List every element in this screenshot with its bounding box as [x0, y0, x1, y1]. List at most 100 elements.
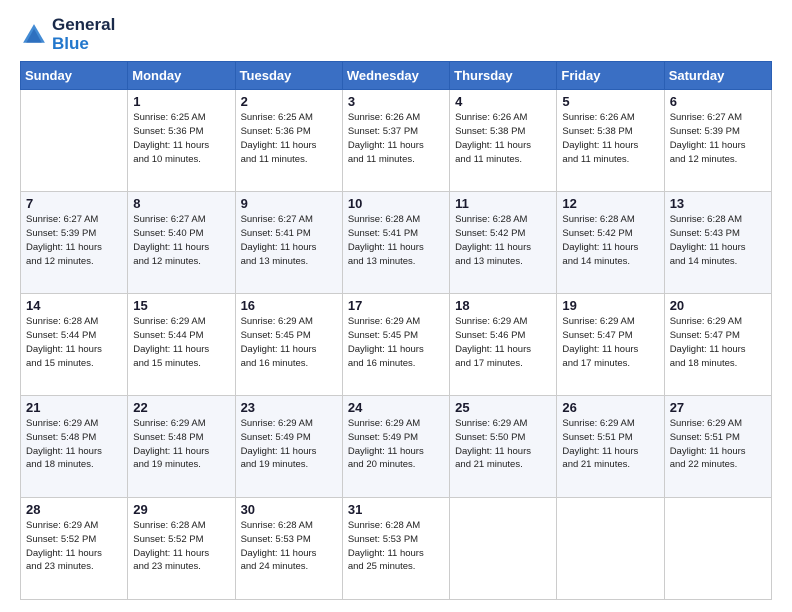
day-of-week-header: Friday [557, 62, 664, 90]
calendar-day-cell: 6 Sunrise: 6:27 AM Sunset: 5:39 PM Daylig… [664, 90, 771, 192]
calendar-day-cell: 15 Sunrise: 6:29 AM Sunset: 5:44 PM Dayli… [128, 294, 235, 396]
day-number: 12 [562, 196, 658, 211]
day-info: Sunrise: 6:27 AM Sunset: 5:39 PM Dayligh… [670, 111, 766, 166]
calendar-day-cell: 25 Sunrise: 6:29 AM Sunset: 5:50 PM Dayli… [450, 396, 557, 498]
day-info: Sunrise: 6:29 AM Sunset: 5:47 PM Dayligh… [562, 315, 658, 370]
day-info: Sunrise: 6:28 AM Sunset: 5:42 PM Dayligh… [562, 213, 658, 268]
calendar-day-cell: 14Sunrise: 6:28 AM Sunset: 5:44 PM Dayli… [21, 294, 128, 396]
day-number: 6 [670, 94, 766, 109]
day-number: 31 [348, 502, 444, 517]
logo: General Blue [20, 16, 115, 53]
day-number: 30 [241, 502, 337, 517]
day-info: Sunrise: 6:29 AM Sunset: 5:45 PM Dayligh… [241, 315, 337, 370]
day-of-week-header: Saturday [664, 62, 771, 90]
day-info: Sunrise: 6:29 AM Sunset: 5:48 PM Dayligh… [133, 417, 229, 472]
day-number: 18 [455, 298, 551, 313]
calendar-day-cell: 10Sunrise: 6:28 AM Sunset: 5:41 PM Dayli… [342, 192, 449, 294]
day-info: Sunrise: 6:29 AM Sunset: 5:52 PM Dayligh… [26, 519, 122, 574]
day-of-week-header: Wednesday [342, 62, 449, 90]
day-number: 27 [670, 400, 766, 415]
calendar-day-cell: 2Sunrise: 6:25 AM Sunset: 5:36 PM Daylig… [235, 90, 342, 192]
day-info: Sunrise: 6:29 AM Sunset: 5:45 PM Dayligh… [348, 315, 444, 370]
day-number: 13 [670, 196, 766, 211]
logo-text: General Blue [52, 16, 115, 53]
day-number: 7 [26, 196, 122, 211]
day-info: Sunrise: 6:28 AM Sunset: 5:44 PM Dayligh… [26, 315, 122, 370]
calendar-day-cell: 20 Sunrise: 6:29 AM Sunset: 5:47 PM Dayli… [664, 294, 771, 396]
day-number: 20 [670, 298, 766, 313]
day-number: 21 [26, 400, 122, 415]
calendar-day-cell: 17 Sunrise: 6:29 AM Sunset: 5:45 PM Dayli… [342, 294, 449, 396]
day-number: 26 [562, 400, 658, 415]
day-number: 9 [241, 196, 337, 211]
calendar-day-cell: 31 Sunrise: 6:28 AM Sunset: 5:53 PM Dayli… [342, 498, 449, 600]
day-info: Sunrise: 6:25 AM Sunset: 5:36 PM Dayligh… [133, 111, 229, 166]
calendar-day-cell: 13 Sunrise: 6:28 AM Sunset: 5:43 PM Dayli… [664, 192, 771, 294]
calendar-day-cell: 29 Sunrise: 6:28 AM Sunset: 5:52 PM Dayli… [128, 498, 235, 600]
calendar-day-cell: 11 Sunrise: 6:28 AM Sunset: 5:42 PM Dayli… [450, 192, 557, 294]
day-info: Sunrise: 6:28 AM Sunset: 5:53 PM Dayligh… [241, 519, 337, 574]
day-info: Sunrise: 6:28 AM Sunset: 5:52 PM Dayligh… [133, 519, 229, 574]
day-info: Sunrise: 6:28 AM Sunset: 5:42 PM Dayligh… [455, 213, 551, 268]
day-number: 16 [241, 298, 337, 313]
day-info: Sunrise: 6:29 AM Sunset: 5:51 PM Dayligh… [562, 417, 658, 472]
day-info: Sunrise: 6:28 AM Sunset: 5:43 PM Dayligh… [670, 213, 766, 268]
day-of-week-header: Sunday [21, 62, 128, 90]
day-info: Sunrise: 6:26 AM Sunset: 5:38 PM Dayligh… [455, 111, 551, 166]
calendar-day-cell: 8 Sunrise: 6:27 AM Sunset: 5:40 PM Daylig… [128, 192, 235, 294]
calendar-day-cell [21, 90, 128, 192]
day-of-week-header: Tuesday [235, 62, 342, 90]
day-info: Sunrise: 6:29 AM Sunset: 5:49 PM Dayligh… [241, 417, 337, 472]
day-info: Sunrise: 6:29 AM Sunset: 5:48 PM Dayligh… [26, 417, 122, 472]
day-number: 28 [26, 502, 122, 517]
day-number: 17 [348, 298, 444, 313]
day-info: Sunrise: 6:29 AM Sunset: 5:47 PM Dayligh… [670, 315, 766, 370]
calendar-table: SundayMondayTuesdayWednesdayThursdayFrid… [20, 61, 772, 600]
day-info: Sunrise: 6:29 AM Sunset: 5:50 PM Dayligh… [455, 417, 551, 472]
day-info: Sunrise: 6:29 AM Sunset: 5:44 PM Dayligh… [133, 315, 229, 370]
calendar-day-cell: 7 Sunrise: 6:27 AM Sunset: 5:39 PM Daylig… [21, 192, 128, 294]
day-number: 15 [133, 298, 229, 313]
calendar-day-cell: 12 Sunrise: 6:28 AM Sunset: 5:42 PM Dayli… [557, 192, 664, 294]
calendar-week-row: 14Sunrise: 6:28 AM Sunset: 5:44 PM Dayli… [21, 294, 772, 396]
day-number: 8 [133, 196, 229, 211]
calendar-day-cell: 4 Sunrise: 6:26 AM Sunset: 5:38 PM Daylig… [450, 90, 557, 192]
calendar-day-cell: 3Sunrise: 6:26 AM Sunset: 5:37 PM Daylig… [342, 90, 449, 192]
calendar-day-cell: 16 Sunrise: 6:29 AM Sunset: 5:45 PM Dayli… [235, 294, 342, 396]
calendar-week-row: 1 Sunrise: 6:25 AM Sunset: 5:36 PM Daylig… [21, 90, 772, 192]
calendar-header-row: SundayMondayTuesdayWednesdayThursdayFrid… [21, 62, 772, 90]
calendar-week-row: 28 Sunrise: 6:29 AM Sunset: 5:52 PM Dayli… [21, 498, 772, 600]
day-info: Sunrise: 6:29 AM Sunset: 5:49 PM Dayligh… [348, 417, 444, 472]
day-info: Sunrise: 6:28 AM Sunset: 5:41 PM Dayligh… [348, 213, 444, 268]
calendar-day-cell: 24 Sunrise: 6:29 AM Sunset: 5:49 PM Dayli… [342, 396, 449, 498]
day-number: 3 [348, 94, 444, 109]
calendar-week-row: 21 Sunrise: 6:29 AM Sunset: 5:48 PM Dayli… [21, 396, 772, 498]
calendar-day-cell: 5Sunrise: 6:26 AM Sunset: 5:38 PM Daylig… [557, 90, 664, 192]
page: General Blue SundayMondayTuesdayWednesda… [0, 0, 792, 612]
calendar-day-cell [450, 498, 557, 600]
calendar-day-cell [664, 498, 771, 600]
calendar-day-cell: 28 Sunrise: 6:29 AM Sunset: 5:52 PM Dayli… [21, 498, 128, 600]
day-number: 24 [348, 400, 444, 415]
day-number: 4 [455, 94, 551, 109]
day-number: 1 [133, 94, 229, 109]
day-number: 11 [455, 196, 551, 211]
calendar-day-cell: 19Sunrise: 6:29 AM Sunset: 5:47 PM Dayli… [557, 294, 664, 396]
calendar-week-row: 7 Sunrise: 6:27 AM Sunset: 5:39 PM Daylig… [21, 192, 772, 294]
day-of-week-header: Thursday [450, 62, 557, 90]
day-info: Sunrise: 6:27 AM Sunset: 5:41 PM Dayligh… [241, 213, 337, 268]
day-info: Sunrise: 6:27 AM Sunset: 5:40 PM Dayligh… [133, 213, 229, 268]
calendar-day-cell: 22Sunrise: 6:29 AM Sunset: 5:48 PM Dayli… [128, 396, 235, 498]
calendar-day-cell: 18 Sunrise: 6:29 AM Sunset: 5:46 PM Dayli… [450, 294, 557, 396]
calendar-day-cell: 23Sunrise: 6:29 AM Sunset: 5:49 PM Dayli… [235, 396, 342, 498]
day-info: Sunrise: 6:28 AM Sunset: 5:53 PM Dayligh… [348, 519, 444, 574]
day-info: Sunrise: 6:27 AM Sunset: 5:39 PM Dayligh… [26, 213, 122, 268]
day-info: Sunrise: 6:29 AM Sunset: 5:46 PM Dayligh… [455, 315, 551, 370]
logo-icon [20, 21, 48, 49]
calendar-day-cell: 9 Sunrise: 6:27 AM Sunset: 5:41 PM Daylig… [235, 192, 342, 294]
day-info: Sunrise: 6:25 AM Sunset: 5:36 PM Dayligh… [241, 111, 337, 166]
day-number: 29 [133, 502, 229, 517]
day-number: 25 [455, 400, 551, 415]
day-info: Sunrise: 6:29 AM Sunset: 5:51 PM Dayligh… [670, 417, 766, 472]
calendar-day-cell: 27 Sunrise: 6:29 AM Sunset: 5:51 PM Dayli… [664, 396, 771, 498]
